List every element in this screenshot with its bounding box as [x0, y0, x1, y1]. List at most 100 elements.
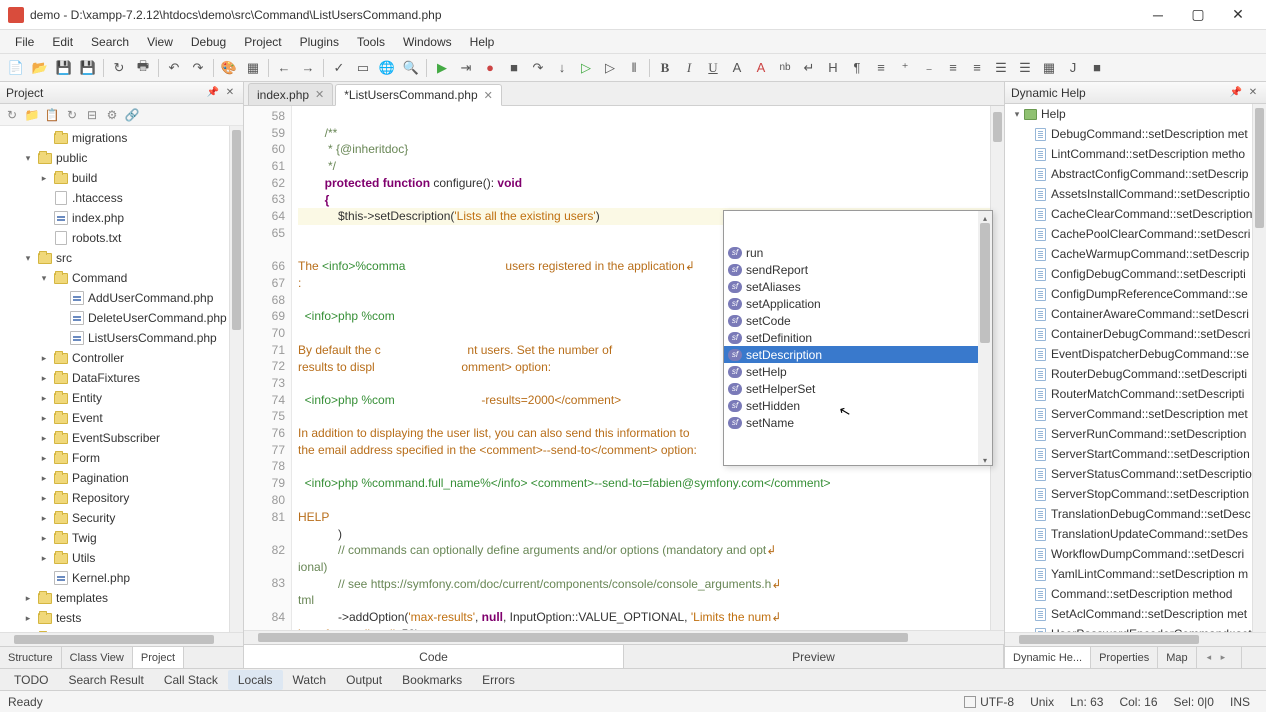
- help-icon[interactable]: ■: [1086, 57, 1108, 79]
- heading-icon[interactable]: H: [822, 57, 844, 79]
- ul-icon[interactable]: ☰: [990, 57, 1012, 79]
- tab-properties[interactable]: Properties: [1091, 647, 1158, 668]
- tab-close-icon[interactable]: ✕: [484, 89, 493, 102]
- tab-close-icon[interactable]: ✕: [315, 88, 324, 101]
- view-code[interactable]: Code: [244, 645, 624, 668]
- selection-icon[interactable]: ▭: [352, 57, 374, 79]
- help-item[interactable]: ServerStartCommand::setDescription: [1005, 444, 1266, 464]
- tree-hscroll[interactable]: [0, 632, 243, 646]
- menu-help[interactable]: Help: [461, 32, 504, 52]
- undo-icon[interactable]: ↶: [163, 57, 185, 79]
- help-item[interactable]: RouterDebugCommand::setDescripti: [1005, 364, 1266, 384]
- ac-scrollbar[interactable]: ▴ ▾: [978, 211, 992, 465]
- tree-item[interactable]: ▸templates: [0, 588, 243, 608]
- tree-item[interactable]: AddUserCommand.php: [0, 288, 243, 308]
- tree-item[interactable]: ▸EventSubscriber: [0, 428, 243, 448]
- help-item[interactable]: DebugCommand::setDescription met: [1005, 124, 1266, 144]
- bold-icon[interactable]: B: [654, 57, 676, 79]
- list-icon[interactable]: ≡: [870, 57, 892, 79]
- align-center-icon[interactable]: ≡: [966, 57, 988, 79]
- editor-hscroll[interactable]: [244, 630, 1004, 644]
- menu-project[interactable]: Project: [235, 32, 290, 52]
- help-item[interactable]: ConfigDebugCommand::setDescripti: [1005, 264, 1266, 284]
- ac-item[interactable]: sfsetDefinition: [724, 329, 992, 346]
- save-icon[interactable]: 💾: [53, 57, 75, 79]
- ac-item[interactable]: sfsendReport: [724, 261, 992, 278]
- ac-item[interactable]: sfsetCode: [724, 312, 992, 329]
- tree-scrollbar[interactable]: [229, 126, 243, 632]
- help-item[interactable]: ConfigDumpReferenceCommand::se: [1005, 284, 1266, 304]
- copy-icon[interactable]: 📋: [44, 107, 60, 123]
- help-item[interactable]: UserPasswordEncoderCommand::set: [1005, 624, 1266, 632]
- help-item[interactable]: SetAclCommand::setDescription met: [1005, 604, 1266, 624]
- view-preview[interactable]: Preview: [624, 645, 1004, 668]
- underline-icon[interactable]: U: [702, 57, 724, 79]
- help-item[interactable]: ContainerAwareCommand::setDescri: [1005, 304, 1266, 324]
- pin-icon[interactable]: 📌: [206, 86, 220, 100]
- ac-item[interactable]: sfsetApplication: [724, 295, 992, 312]
- tree-item[interactable]: .htaccess: [0, 188, 243, 208]
- help-item[interactable]: WorkflowDumpCommand::setDescri: [1005, 544, 1266, 564]
- help-item[interactable]: LintCommand::setDescription metho: [1005, 144, 1266, 164]
- tab-bookmarks[interactable]: Bookmarks: [392, 670, 472, 690]
- help-item[interactable]: ServerRunCommand::setDescription: [1005, 424, 1266, 444]
- tree-item[interactable]: DeleteUserCommand.php: [0, 308, 243, 328]
- sub-icon[interactable]: ₋: [918, 57, 940, 79]
- status-eol[interactable]: Unix: [1030, 695, 1054, 709]
- help-item[interactable]: ServerCommand::setDescription met: [1005, 404, 1266, 424]
- menu-file[interactable]: File: [6, 32, 43, 52]
- help-item[interactable]: RouterMatchCommand::setDescripti: [1005, 384, 1266, 404]
- pin-icon[interactable]: 📌: [1229, 86, 1243, 100]
- maximize-button[interactable]: ▢: [1178, 1, 1218, 29]
- open-icon[interactable]: 📂: [29, 57, 51, 79]
- collapse-icon[interactable]: ⊟: [84, 107, 100, 123]
- tree-item[interactable]: ▸Form: [0, 448, 243, 468]
- tab-scroll[interactable]: ◂▸: [1197, 647, 1242, 668]
- step-over-icon[interactable]: ↷: [527, 57, 549, 79]
- tree-item[interactable]: index.php: [0, 208, 243, 228]
- tab-errors[interactable]: Errors: [472, 670, 525, 690]
- forward-icon[interactable]: →: [297, 57, 319, 79]
- tree-item[interactable]: ▾src: [0, 248, 243, 268]
- step-out-icon[interactable]: ▷: [599, 57, 621, 79]
- run-icon[interactable]: ▶: [431, 57, 453, 79]
- tab-project[interactable]: Project: [133, 647, 184, 668]
- browser-icon[interactable]: 🌐: [376, 57, 398, 79]
- project-tree[interactable]: migrations▾public▸build.htaccessindex.ph…: [0, 126, 243, 632]
- tab-search-result[interactable]: Search Result: [58, 670, 153, 690]
- ac-item[interactable]: sfsetName: [724, 414, 992, 431]
- tree-item[interactable]: Kernel.php: [0, 568, 243, 588]
- save-all-icon[interactable]: 💾: [77, 57, 99, 79]
- link-icon[interactable]: 🔗: [124, 107, 140, 123]
- indent-icon[interactable]: ⇥: [455, 57, 477, 79]
- tree-item[interactable]: ▸Security: [0, 508, 243, 528]
- minimize-button[interactable]: ─: [1138, 1, 1178, 29]
- status-ins[interactable]: INS: [1230, 695, 1250, 709]
- tab-watch[interactable]: Watch: [283, 670, 337, 690]
- help-item[interactable]: Command::setDescription method: [1005, 584, 1266, 604]
- tree-item[interactable]: ▸Entity: [0, 388, 243, 408]
- help-list[interactable]: ▾ Help DebugCommand::setDescription metL…: [1005, 104, 1266, 632]
- close-button[interactable]: ✕: [1218, 1, 1258, 29]
- sync-icon[interactable]: ↻: [64, 107, 80, 123]
- tab-listusers-php[interactable]: *ListUsersCommand.php✕: [335, 84, 502, 106]
- help-item[interactable]: ContainerDebugCommand::setDescri: [1005, 324, 1266, 344]
- step-into-icon[interactable]: ↓: [551, 57, 573, 79]
- status-encoding[interactable]: UTF-8: [964, 695, 1014, 709]
- help-item[interactable]: CacheWarmupCommand::setDescrip: [1005, 244, 1266, 264]
- menu-tools[interactable]: Tools: [348, 32, 394, 52]
- tab-todo[interactable]: TODO: [4, 670, 58, 690]
- ol-icon[interactable]: ☰: [1014, 57, 1036, 79]
- help-item[interactable]: TranslationDebugCommand::setDesc: [1005, 504, 1266, 524]
- tree-item[interactable]: robots.txt: [0, 228, 243, 248]
- grid-icon[interactable]: ▦: [242, 57, 264, 79]
- italic-icon[interactable]: I: [678, 57, 700, 79]
- palette-icon[interactable]: 🎨: [218, 57, 240, 79]
- help-item[interactable]: AbstractConfigCommand::setDescrip: [1005, 164, 1266, 184]
- pause-icon[interactable]: ‖: [623, 57, 645, 79]
- ac-item[interactable]: sfsetHelp: [724, 363, 992, 380]
- ac-item[interactable]: sfsetHelperSet: [724, 380, 992, 397]
- search-icon[interactable]: 🔍: [400, 57, 422, 79]
- redo-icon[interactable]: ↷: [187, 57, 209, 79]
- tab-map[interactable]: Map: [1158, 647, 1196, 668]
